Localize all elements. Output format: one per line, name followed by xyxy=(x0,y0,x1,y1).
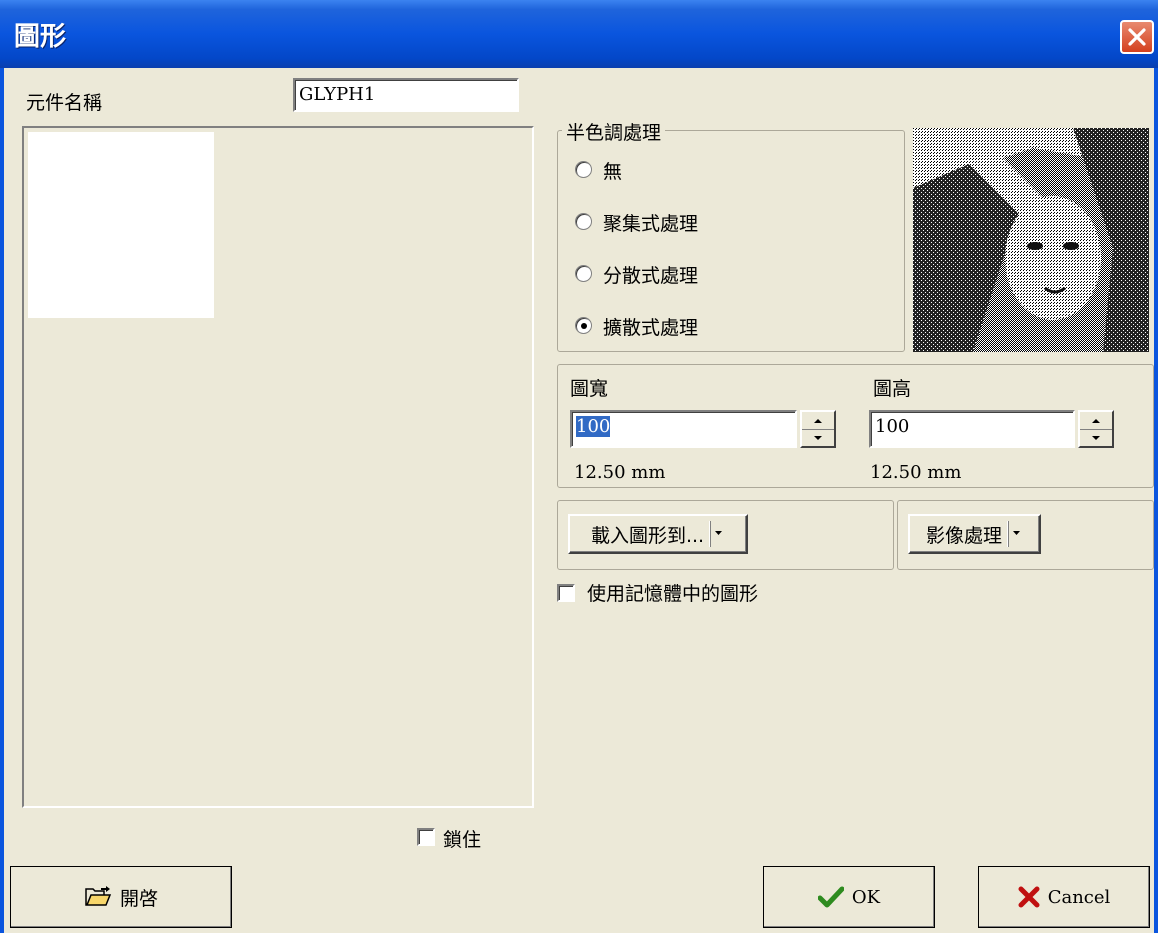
chevron-down-icon xyxy=(814,435,822,440)
graphic-preview-canvas xyxy=(28,132,214,318)
width-input[interactable]: 100 xyxy=(570,410,797,448)
halftone-group-title: 半色調處理 xyxy=(562,118,666,145)
use-memory-graphic-checkbox[interactable] xyxy=(557,584,575,602)
component-name-label: 元件名稱 xyxy=(26,92,103,114)
height-mm-readout: 12.50 mm xyxy=(870,462,962,483)
folder-open-icon xyxy=(85,886,112,906)
ok-button-label: OK xyxy=(851,886,881,908)
x-icon xyxy=(1018,886,1040,908)
window-frame-right xyxy=(1154,68,1158,933)
close-icon xyxy=(1128,28,1146,46)
cancel-button[interactable]: Cancel xyxy=(978,866,1150,928)
width-mm-readout: 12.50 mm xyxy=(574,462,666,483)
lock-checkbox[interactable] xyxy=(417,828,435,846)
width-spinner[interactable] xyxy=(800,410,836,448)
checkmark-icon xyxy=(817,886,844,908)
image-processing-button[interactable]: 影像處理 xyxy=(908,514,1041,554)
window-title: 圖形 xyxy=(14,22,67,52)
close-button[interactable] xyxy=(1120,20,1154,54)
load-graphic-to-label: 載入圖形到... xyxy=(590,524,705,547)
halftone-radio-clustered[interactable] xyxy=(575,213,592,230)
chevron-up-icon xyxy=(1092,418,1100,423)
width-spin-up[interactable] xyxy=(802,412,834,430)
dropdown-arrow-icon xyxy=(1008,521,1023,547)
height-label: 圖高 xyxy=(873,378,912,400)
title-bar[interactable] xyxy=(0,0,1158,68)
image-processing-label: 影像處理 xyxy=(925,524,1002,547)
component-name-input[interactable]: GLYPH1 xyxy=(293,78,519,112)
halftone-option-clustered-label: 聚集式處理 xyxy=(603,213,699,235)
chevron-down-icon xyxy=(1092,435,1100,440)
halftone-option-dispersed-label: 分散式處理 xyxy=(603,265,699,287)
height-spin-down[interactable] xyxy=(1080,429,1112,446)
open-button[interactable]: 開啓 xyxy=(10,866,232,928)
window-frame-left xyxy=(0,68,4,933)
height-input[interactable]: 100 xyxy=(869,410,1075,448)
halftone-option-diffusion-label: 擴散式處理 xyxy=(603,317,699,339)
halftone-radio-dispersed[interactable] xyxy=(575,265,592,282)
halftone-preview-image xyxy=(913,128,1149,352)
halftone-radio-diffusion[interactable] xyxy=(575,317,592,334)
graphic-preview-area xyxy=(22,126,534,808)
halftone-radio-none[interactable] xyxy=(575,161,592,178)
ok-button[interactable]: OK xyxy=(763,866,935,928)
width-label: 圖寬 xyxy=(570,378,609,400)
height-spinner[interactable] xyxy=(1078,410,1114,448)
dropdown-arrow-icon xyxy=(710,521,725,547)
load-graphic-to-button[interactable]: 載入圖形到... xyxy=(568,514,748,554)
width-spin-down[interactable] xyxy=(802,429,834,446)
chevron-up-icon xyxy=(814,418,822,423)
use-memory-graphic-label: 使用記憶體中的圖形 xyxy=(587,583,759,605)
height-spin-up[interactable] xyxy=(1080,412,1112,430)
open-button-label: 開啓 xyxy=(119,887,158,910)
width-input-value: 100 xyxy=(576,416,611,437)
cancel-button-label: Cancel xyxy=(1047,886,1111,908)
lock-label: 鎖住 xyxy=(443,829,482,851)
halftone-option-none-label: 無 xyxy=(603,161,623,183)
